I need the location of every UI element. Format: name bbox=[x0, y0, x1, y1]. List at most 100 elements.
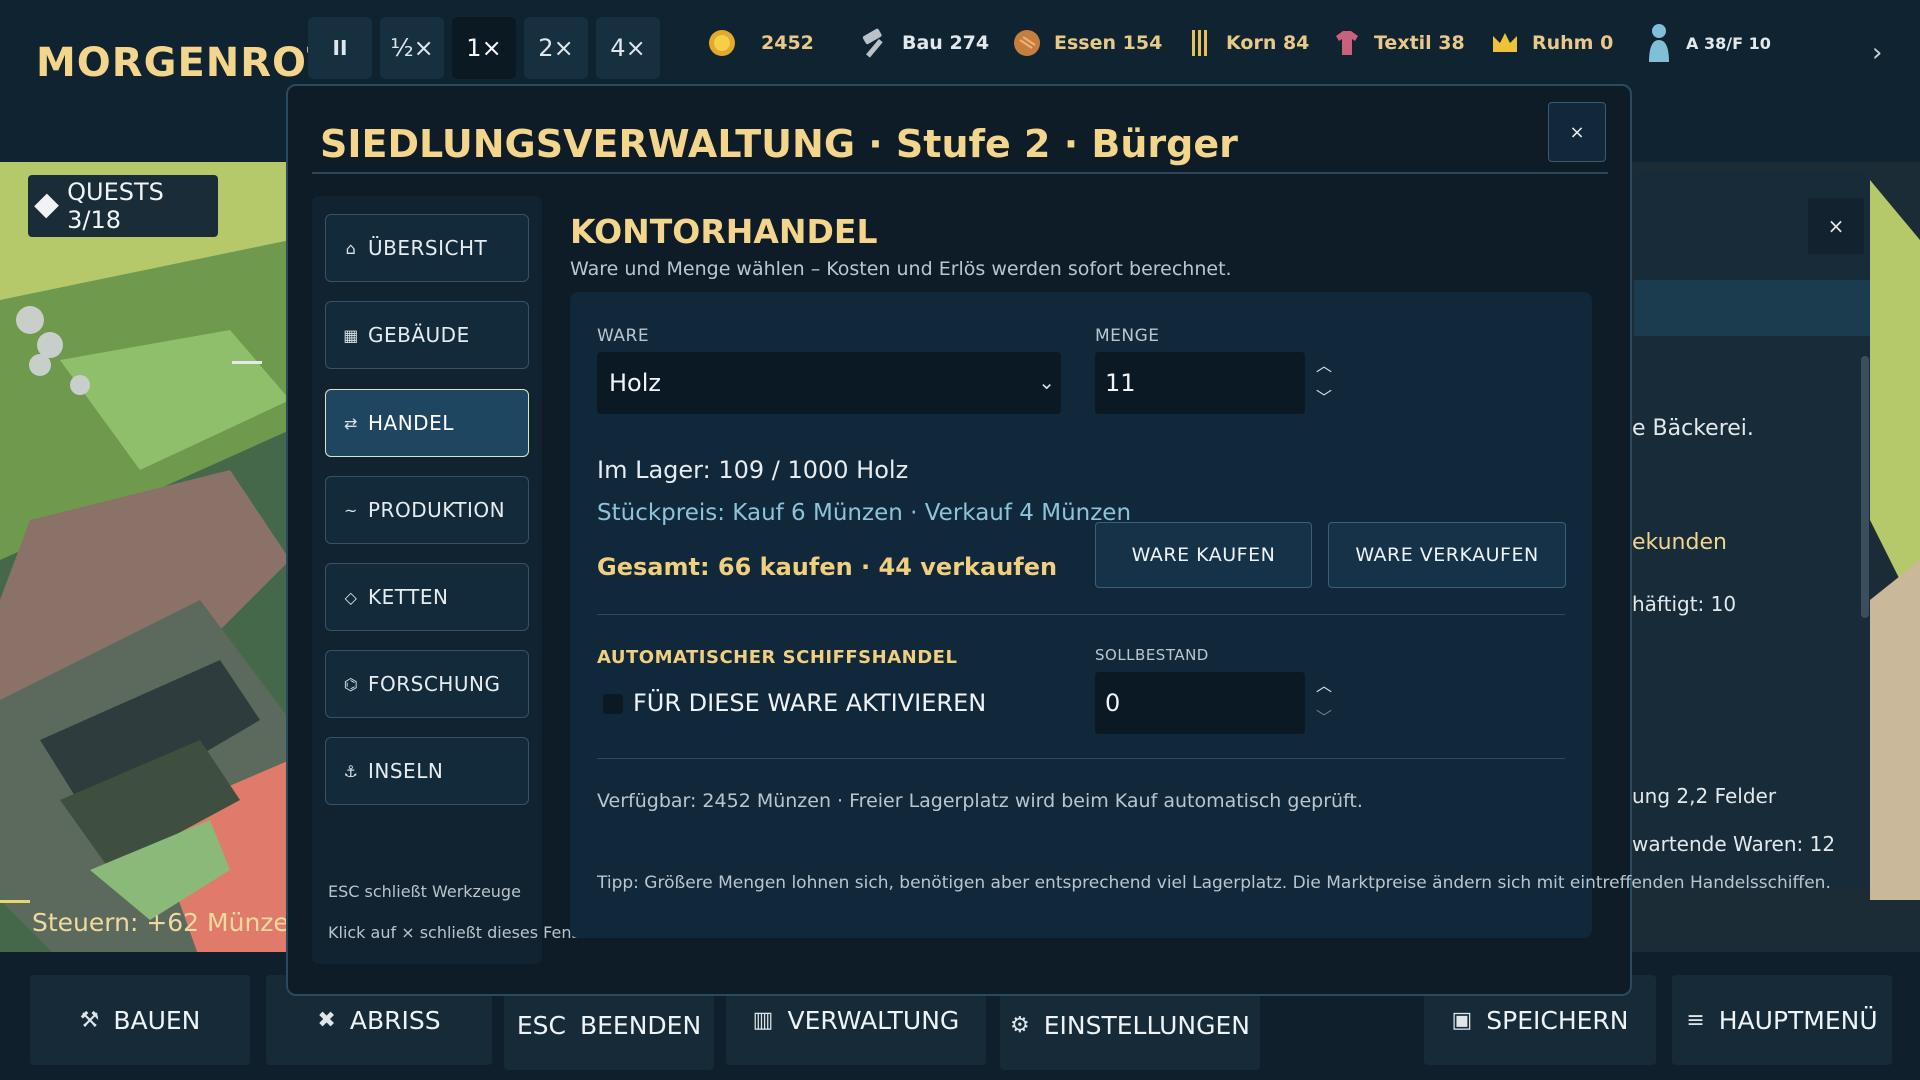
resource-essen: Essen 154 bbox=[1012, 26, 1162, 60]
resource-korn: Korn 84 bbox=[1184, 26, 1309, 60]
coins-value: 2452 bbox=[761, 32, 814, 54]
buy-ware-button[interactable]: WARE KAUFEN bbox=[1095, 522, 1312, 588]
wheat-icon bbox=[1184, 28, 1214, 58]
nav-buildings[interactable]: ▦ GEBÄUDE bbox=[325, 301, 529, 369]
nav-islands[interactable]: ⚓ INSELN bbox=[325, 737, 529, 805]
nav-chains[interactable]: ◇ KETTEN bbox=[325, 563, 529, 631]
tax-income-text: Steuern: +62 Münzen bbox=[32, 908, 305, 937]
home-icon: ⌂ bbox=[345, 238, 357, 258]
ware-select[interactable]: Holz ⌄ bbox=[597, 352, 1061, 414]
save-label: SPEICHERN bbox=[1486, 1005, 1629, 1035]
shirt-icon bbox=[1332, 28, 1362, 58]
side-panel-line: wartende Waren: 12 bbox=[1632, 832, 1836, 856]
nav-production[interactable]: ~ PRODUKTION bbox=[325, 476, 529, 544]
diamond-outline-icon: ◇ bbox=[344, 587, 358, 607]
anchor-icon: ⚓ bbox=[343, 761, 359, 781]
gear-icon: ⚙ bbox=[1009, 1012, 1030, 1038]
floppy-disk-icon: ▣ bbox=[1451, 1007, 1473, 1033]
speed-4x-button[interactable]: 4× bbox=[596, 17, 660, 79]
nav-label: HANDEL bbox=[368, 411, 454, 435]
unit-price-text: Stückpreis: Kauf 6 Münzen · Verkauf 4 Mü… bbox=[597, 500, 1132, 526]
bread-icon bbox=[1012, 28, 1042, 58]
crown-icon bbox=[1490, 28, 1520, 58]
sollbestand-increment-icon[interactable]: ︿ bbox=[1316, 678, 1332, 694]
essen-value: Essen 154 bbox=[1054, 32, 1163, 54]
build-label: BAUEN bbox=[113, 1005, 201, 1035]
sollbestand-input[interactable]: 0 bbox=[1095, 672, 1305, 734]
speed-2x-button[interactable]: 2× bbox=[524, 17, 588, 79]
resource-coins: 2452 bbox=[707, 26, 814, 60]
ruhm-value: Ruhm 0 bbox=[1532, 32, 1614, 54]
dialog-close-button[interactable]: × bbox=[1548, 102, 1606, 162]
hint-close: Klick auf × schließt dieses Fenster bbox=[328, 923, 603, 942]
nav-label: GEBÄUDE bbox=[368, 323, 470, 347]
nav-label: ÜBERSICHT bbox=[368, 236, 488, 260]
chevron-right-icon[interactable]: › bbox=[1872, 38, 1882, 68]
korn-value: Korn 84 bbox=[1226, 32, 1310, 54]
sollbestand-decrement-icon[interactable]: ﹀ bbox=[1316, 710, 1332, 726]
nav-label: KETTEN bbox=[368, 585, 449, 609]
nav-trade[interactable]: ⇄ HANDEL bbox=[325, 389, 529, 457]
main-menu-label: HAUPTMENÜ bbox=[1718, 1005, 1878, 1035]
speed-1x-button[interactable]: 1× bbox=[452, 17, 516, 79]
exchange-arrows-icon: ⇄ bbox=[344, 413, 358, 433]
side-panel-close-button[interactable]: × bbox=[1808, 198, 1864, 254]
section-title: KONTORHANDEL bbox=[570, 212, 878, 251]
administration-label: VERWALTUNG bbox=[787, 1005, 960, 1035]
nav-label: FORSCHUNG bbox=[368, 672, 501, 696]
exit-key-label: ESC bbox=[516, 1010, 566, 1040]
build-button[interactable]: ⚒ BAUEN bbox=[30, 975, 250, 1065]
auto-trade-checkbox[interactable] bbox=[603, 694, 623, 714]
resource-ruhm: Ruhm 0 bbox=[1490, 26, 1613, 60]
diamond-icon bbox=[34, 193, 60, 219]
main-menu-button[interactable]: ≡ HAUPTMENÜ bbox=[1672, 975, 1892, 1065]
grid-icon: ▦ bbox=[343, 325, 359, 345]
nav-research[interactable]: ⌬ FORSCHUNG bbox=[325, 650, 529, 718]
total-text: Gesamt: 66 kaufen · 44 verkaufen bbox=[597, 553, 1058, 581]
quests-label: QUESTS 3/18 bbox=[67, 178, 164, 234]
menge-input[interactable]: 11 bbox=[1095, 352, 1305, 414]
hint-esc: ESC schließt Werkzeuge bbox=[328, 882, 521, 901]
side-panel-line: ung 2,2 Felder bbox=[1632, 784, 1777, 808]
sell-ware-button[interactable]: WARE VERKAUFEN bbox=[1328, 522, 1566, 588]
textil-value: Textil 38 bbox=[1374, 32, 1465, 54]
hexagon-icon: ⌬ bbox=[343, 674, 359, 694]
tools-icon: ⚒ bbox=[79, 1007, 100, 1033]
resource-bau: Bau 274 bbox=[860, 26, 989, 60]
speed-half-button[interactable]: ½× bbox=[380, 17, 444, 79]
ware-label: WARE bbox=[597, 326, 650, 346]
side-panel-line: ekunden bbox=[1632, 530, 1727, 555]
game-logo: MORGENROT bbox=[36, 40, 336, 86]
ware-select-value: Holz bbox=[609, 369, 661, 397]
pause-button[interactable]: II bbox=[308, 17, 372, 79]
building-info-header-strip bbox=[1634, 280, 1870, 336]
sollbestand-label: SOLLBESTAND bbox=[1095, 646, 1209, 664]
exit-label: BEENDEN bbox=[579, 1010, 702, 1040]
hammer-icon bbox=[860, 28, 890, 58]
production-icon: ~ bbox=[344, 500, 358, 520]
available-coins-text: Verfügbar: 2452 Münzen · Freier Lagerpla… bbox=[597, 790, 1363, 812]
chevron-down-icon: ⌄ bbox=[1038, 370, 1055, 394]
tip-text: Tipp: Größere Mengen lohnen sich, benöti… bbox=[597, 873, 1831, 893]
nav-overview[interactable]: ⌂ ÜBERSICHT bbox=[325, 214, 529, 282]
settings-label: EINSTELLUNGEN bbox=[1043, 1010, 1251, 1040]
resource-textil: Textil 38 bbox=[1332, 26, 1465, 60]
quests-button[interactable]: QUESTS 3/18 bbox=[28, 175, 218, 237]
demolish-label: ABRISS bbox=[349, 1005, 441, 1035]
menge-increment-icon[interactable]: ︿ bbox=[1316, 358, 1332, 374]
pause-icon: II bbox=[332, 36, 348, 60]
bau-value: Bau 274 bbox=[902, 32, 990, 54]
section-subtitle: Ware und Menge wählen – Kosten und Erlös… bbox=[570, 258, 1232, 280]
side-panel-scrollbar[interactable] bbox=[1861, 356, 1869, 618]
workers-value: A 38/F 10 bbox=[1686, 33, 1771, 53]
menge-decrement-icon[interactable]: ﹀ bbox=[1316, 390, 1332, 406]
auto-trade-checkbox-label[interactable]: FÜR DIESE WARE AKTIVIEREN bbox=[633, 689, 986, 717]
close-x-icon: ✖ bbox=[317, 1007, 336, 1033]
nav-label: INSELN bbox=[368, 759, 444, 783]
hamburger-menu-icon: ≡ bbox=[1686, 1007, 1705, 1033]
side-panel-line: e Bäckerei. bbox=[1632, 416, 1754, 441]
worker-icon bbox=[1644, 22, 1674, 64]
divider bbox=[597, 758, 1565, 759]
resource-workers: A 38/F 10 bbox=[1644, 22, 1771, 64]
menge-label: MENGE bbox=[1095, 326, 1160, 346]
